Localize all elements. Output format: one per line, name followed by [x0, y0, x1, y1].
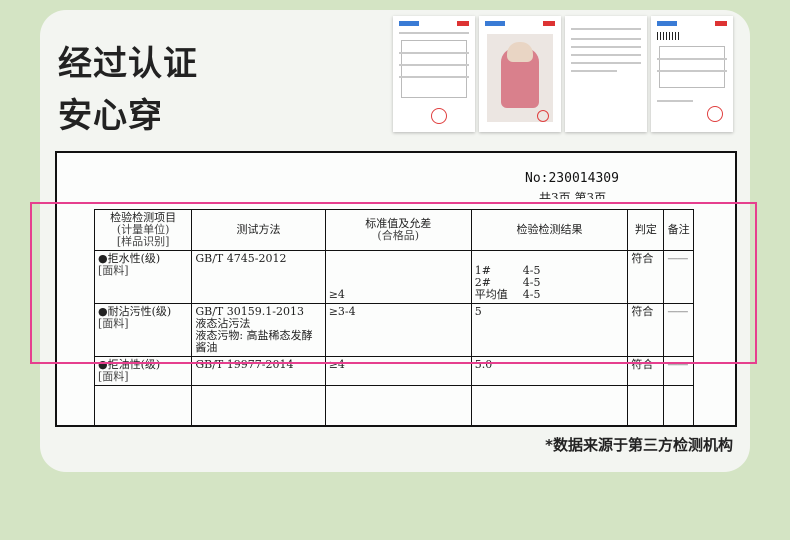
report-thumbnail-3[interactable]: [651, 16, 733, 132]
report-thumbnail-1[interactable]: [393, 16, 475, 132]
report-number: No:230014309: [525, 171, 619, 186]
report-page-indicator: 共3页 第3页: [539, 191, 607, 199]
table-empty-row: [93, 385, 694, 425]
product-photo-thumbnail[interactable]: [479, 16, 561, 132]
highlight-frame: [30, 202, 757, 364]
source-footnote: *数据来源于第三方检测机构: [545, 436, 733, 454]
headline-line-2: 安心穿: [58, 96, 163, 136]
headline: 经过认证 安心穿: [58, 38, 198, 142]
report-thumbnail-2[interactable]: [565, 16, 647, 132]
headline-line-1: 经过认证: [58, 44, 198, 84]
